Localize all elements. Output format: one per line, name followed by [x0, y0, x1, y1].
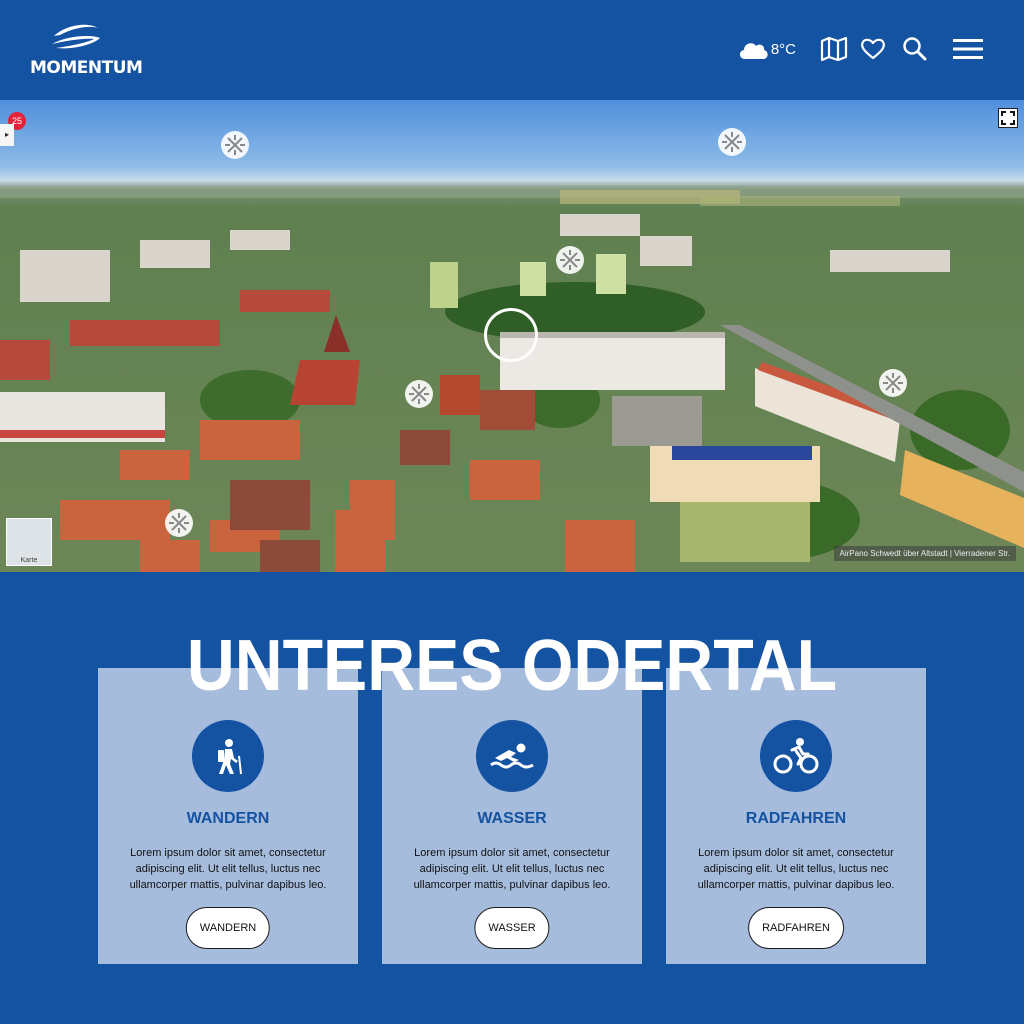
card-text: Lorem ipsum dolor sit amet, consectetur … — [697, 847, 895, 891]
header-tools: 8°C — [737, 32, 984, 66]
cycling-icon — [773, 738, 819, 774]
menu-icon — [953, 39, 983, 59]
hotspot-icon — [879, 369, 907, 397]
minimap-button[interactable]: Karte — [6, 518, 52, 566]
minimap-label: Karte — [20, 557, 38, 564]
cloud-icon — [739, 43, 768, 59]
hotspot-icon — [221, 131, 249, 159]
hotspot-marker[interactable] — [164, 508, 194, 538]
card-icon-circle — [192, 720, 264, 792]
favorites-button[interactable] — [860, 37, 886, 61]
temperature: 8°C — [770, 40, 796, 58]
site-header: MOMENTUM 8°C — [0, 0, 1024, 100]
swimming-icon — [490, 743, 534, 769]
card-text: Lorem ipsum dolor sit amet, consectetur … — [129, 847, 327, 891]
page-headline: UNTERES ODERTAL — [186, 626, 838, 706]
search-button[interactable] — [902, 36, 928, 62]
wasser-button[interactable]: WASSER — [474, 907, 550, 949]
card-wasser: WASSER Lorem ipsum dolor sit amet, conse… — [382, 668, 642, 964]
menu-button[interactable] — [952, 37, 984, 61]
hotspot-marker[interactable] — [404, 379, 434, 409]
side-panel-toggle[interactable]: ▸ — [0, 124, 14, 146]
map-icon — [820, 37, 848, 61]
hotspot-icon — [165, 509, 193, 537]
logo-text: MOMENTUM — [30, 58, 143, 78]
logo-swoosh-icon — [52, 24, 100, 49]
card-title: WANDERN — [186, 810, 270, 827]
hotspot-icon — [718, 128, 746, 156]
fullscreen-button[interactable] — [998, 108, 1018, 128]
radfahren-button[interactable]: RADFAHREN — [748, 907, 844, 949]
card-icon-circle — [760, 720, 832, 792]
panorama-viewer[interactable]: 25 ▸ Karte AirPano Schwedt über Altstadt… — [0, 100, 1024, 572]
card-icon-circle — [476, 720, 548, 792]
card-title: WASSER — [477, 810, 547, 827]
card-text: Lorem ipsum dolor sit amet, consectetur … — [413, 847, 611, 891]
heart-icon — [861, 38, 885, 60]
current-position-ring — [484, 308, 538, 362]
card-radfahren: RADFAHREN Lorem ipsum dolor sit amet, co… — [666, 668, 926, 964]
search-icon — [903, 37, 927, 61]
map-button[interactable] — [820, 37, 848, 61]
panorama-caption: AirPano Schwedt über Altstadt | Vierrade… — [833, 546, 1016, 561]
hotspot-marker[interactable] — [555, 245, 585, 275]
momentum-logo[interactable]: MOMENTUM — [30, 22, 143, 80]
card-title: RADFAHREN — [745, 810, 847, 827]
weather-widget[interactable]: 8°C — [737, 38, 796, 60]
hiking-icon — [218, 739, 242, 775]
wandern-button[interactable]: WANDERN — [185, 907, 271, 949]
hotspot-marker[interactable] — [717, 127, 747, 157]
hotspot-marker[interactable] — [878, 368, 908, 398]
hotspot-marker[interactable] — [220, 130, 250, 160]
card-wandern: WANDERN Lorem ipsum dolor sit amet, cons… — [98, 668, 358, 964]
fullscreen-icon — [1001, 111, 1015, 125]
hotspot-icon — [556, 246, 584, 274]
hotspot-icon — [405, 380, 433, 408]
activity-cards: WANDERN Lorem ipsum dolor sit amet, cons… — [98, 668, 926, 964]
